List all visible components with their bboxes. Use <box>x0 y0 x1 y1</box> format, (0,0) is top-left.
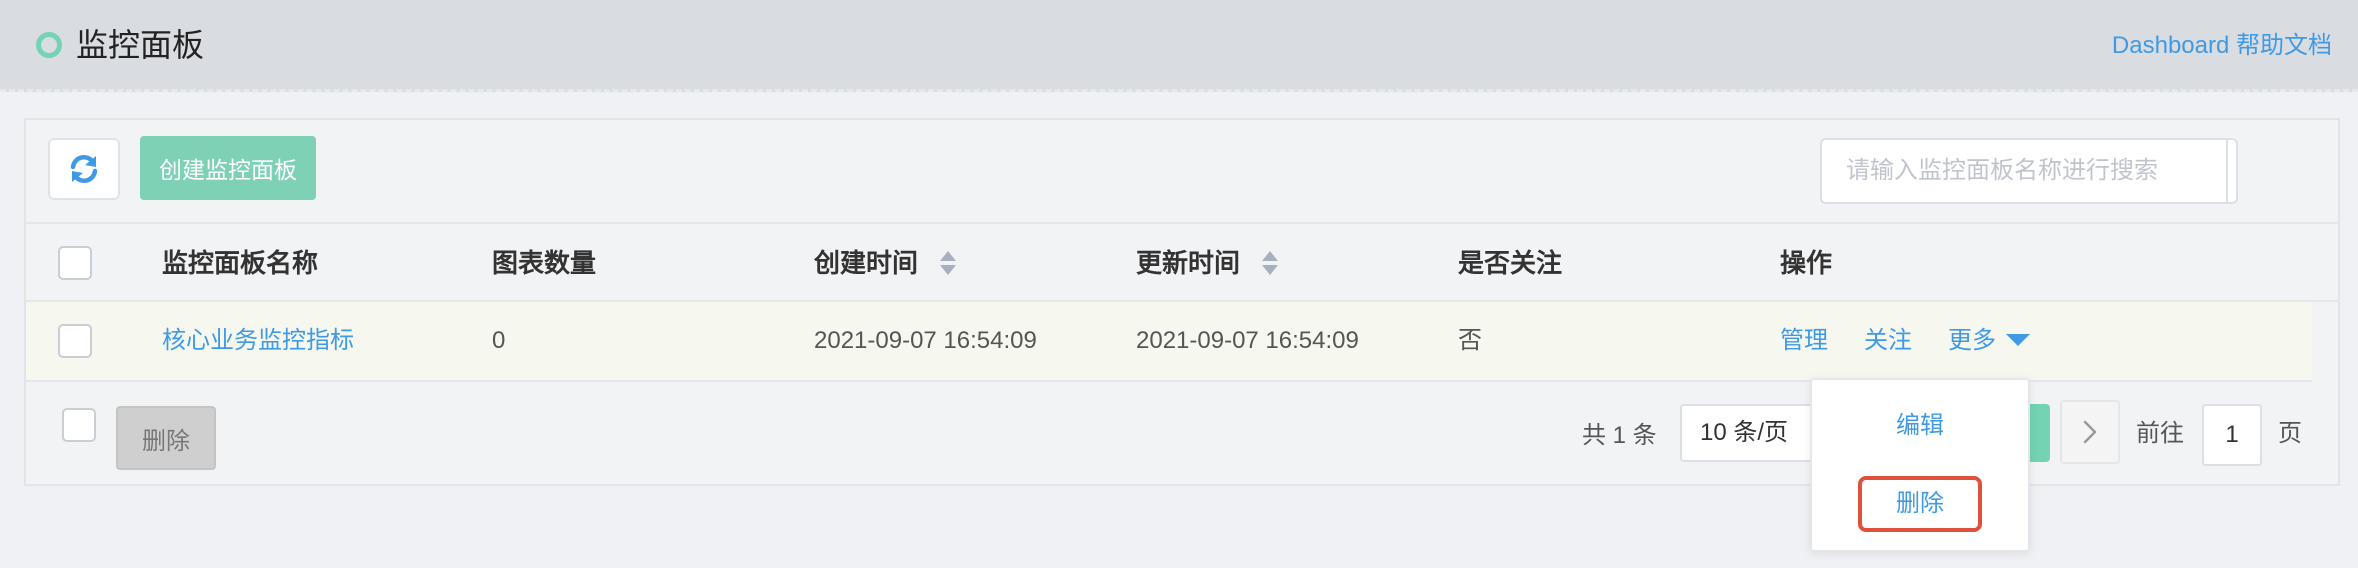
top-bar: 监控面板 Dashboard 帮助文档 <box>0 0 2358 92</box>
create-dashboard-button[interactable]: 创建监控面板 <box>140 136 316 200</box>
footer-select-all-checkbox[interactable] <box>62 408 96 442</box>
sort-icon[interactable] <box>939 250 957 276</box>
total-count: 共 1 条 <box>1582 422 1657 449</box>
search-input[interactable] <box>1822 140 2226 202</box>
column-header-created-label: 创建时间 <box>814 248 919 278</box>
followed-cell: 否 <box>1458 327 1482 354</box>
goto-label: 前往 <box>2136 420 2184 447</box>
column-header-followed: 是否关注 <box>1458 248 1563 278</box>
goto-page-input[interactable]: 1 <box>2202 404 2262 466</box>
refresh-button[interactable] <box>48 138 120 200</box>
chevron-right-icon <box>2083 420 2097 444</box>
column-header-updated[interactable]: 更新时间 <box>1136 224 1279 302</box>
updated-time-cell: 2021-09-07 16:54:09 <box>1136 327 1359 354</box>
next-page-button[interactable] <box>2060 400 2120 464</box>
column-header-chart-count: 图表数量 <box>492 248 597 278</box>
help-doc-link[interactable]: Dashboard 帮助文档 <box>2112 30 2332 62</box>
column-header-created[interactable]: 创建时间 <box>814 224 957 302</box>
more-dropdown-trigger[interactable]: 更多 <box>1948 302 2030 380</box>
manage-link[interactable]: 管理 <box>1780 302 1828 380</box>
column-header-actions: 操作 <box>1780 248 1833 278</box>
column-header-name: 监控面板名称 <box>162 248 319 278</box>
table-header: 监控面板名称 图表数量 创建时间 更新时间 是否关注 操作 <box>26 222 2338 302</box>
search-box <box>1820 138 2238 204</box>
page-title: 监控面板 <box>76 27 205 63</box>
sort-icon[interactable] <box>1261 250 1279 276</box>
chart-count-cell: 0 <box>492 327 506 354</box>
status-dot-icon <box>36 32 62 58</box>
refresh-icon <box>70 154 98 184</box>
page-size-select[interactable]: 10 条/页 <box>1680 404 1820 462</box>
dropdown-item-edit[interactable]: 编辑 <box>1812 406 2028 446</box>
row-checkbox[interactable] <box>58 324 92 358</box>
more-dropdown-menu: 编辑 删除 <box>1810 378 2030 552</box>
bulk-delete-button[interactable]: 删除 <box>116 406 216 470</box>
select-all-checkbox[interactable] <box>58 246 92 280</box>
table-row: 核心业务监控指标 0 2021-09-07 16:54:09 2021-09-0… <box>26 302 2312 382</box>
more-label: 更多 <box>1948 327 1996 354</box>
dropdown-item-delete[interactable]: 删除 <box>1812 484 2028 524</box>
created-time-cell: 2021-09-07 16:54:09 <box>814 327 1037 354</box>
follow-link[interactable]: 关注 <box>1864 302 1912 380</box>
page-unit-label: 页 <box>2278 420 2302 447</box>
search-button[interactable] <box>2226 140 2236 202</box>
dashboard-name-link[interactable]: 核心业务监控指标 <box>162 302 354 380</box>
caret-down-icon <box>2006 333 2030 346</box>
column-header-updated-label: 更新时间 <box>1136 248 1241 278</box>
